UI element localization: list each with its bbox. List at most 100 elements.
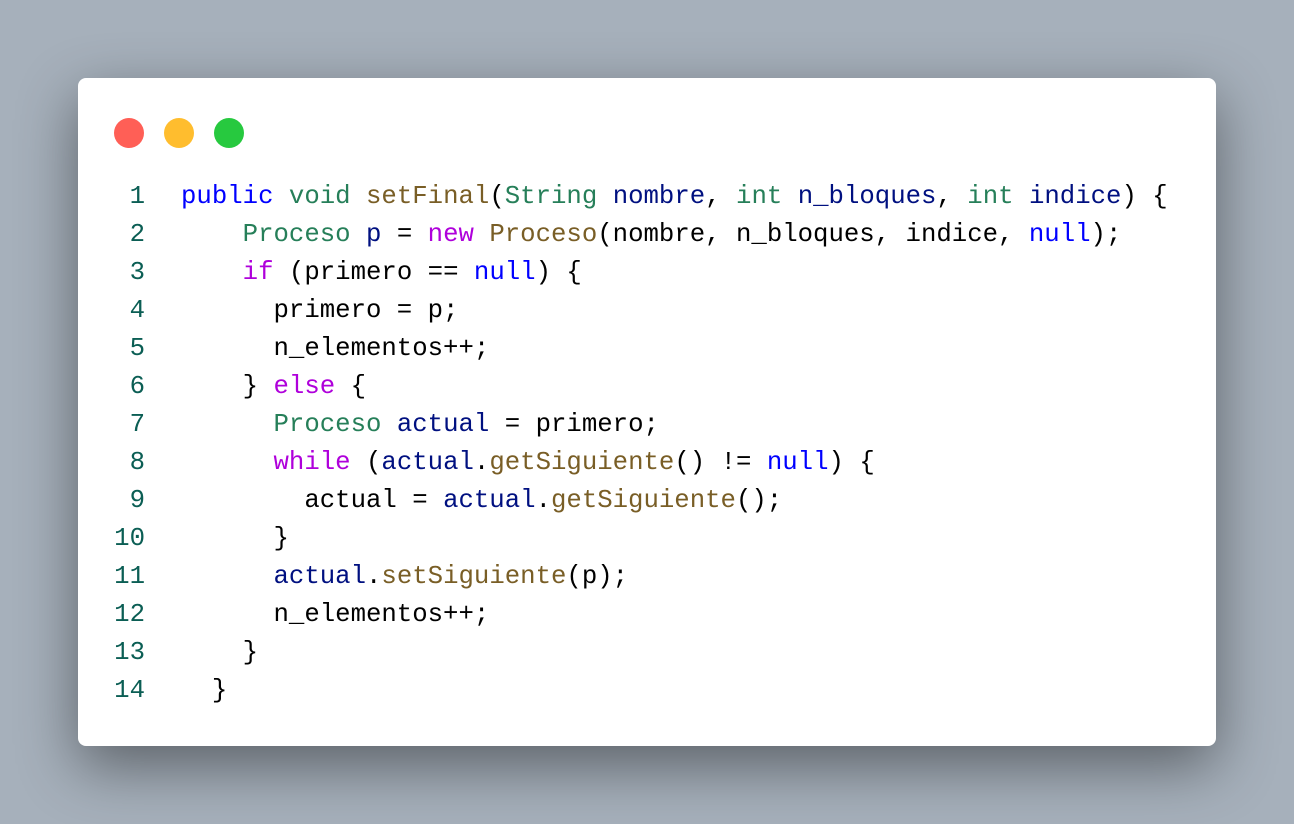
- var-token: actual: [396, 410, 490, 439]
- var-token: actual: [381, 448, 474, 477]
- ctrl-token: if: [242, 258, 274, 287]
- code-text: actual = actual.getSiguiente();: [181, 482, 782, 520]
- code-text: }: [181, 520, 289, 558]
- kw-token: public: [181, 182, 274, 211]
- var-token: nombre: [612, 182, 706, 211]
- line-number: 6: [129, 372, 145, 401]
- plain-token: }: [181, 372, 274, 401]
- code-text: Proceso p = new Proceso(nombre, n_bloque…: [181, 216, 1122, 254]
- code-block: 1 public void setFinal(String nombre, int…: [78, 178, 1168, 710]
- fn-token: setSiguiente: [381, 562, 567, 591]
- code-text: Proceso actual = primero;: [181, 406, 659, 444]
- code-line: 13 }: [78, 634, 1168, 672]
- kw-token: null: [473, 258, 536, 287]
- plain-token: }: [181, 676, 228, 705]
- code-line: 1 public void setFinal(String nombre, int…: [78, 178, 1168, 216]
- code-line: 5 n_elementos++;: [78, 330, 1168, 368]
- line-number: 4: [129, 296, 145, 325]
- code-text: }: [181, 634, 258, 672]
- line-number: 9: [129, 486, 145, 515]
- type-token: void: [288, 182, 351, 211]
- code-line: 12 n_elementos++;: [78, 596, 1168, 634]
- code-text: } else {: [181, 368, 366, 406]
- plain-token: }: [181, 638, 259, 667]
- var-token: actual: [273, 562, 367, 591]
- plain-token: .: [366, 562, 382, 591]
- var-token: n_bloques: [797, 182, 937, 211]
- plain-token: .: [535, 486, 551, 515]
- ctrl-token: new: [427, 220, 474, 249]
- code-text: n_elementos++;: [181, 596, 489, 634]
- minimize-dot-icon: [164, 118, 194, 148]
- type-token: Proceso: [273, 410, 382, 439]
- line-number: 7: [129, 410, 145, 439]
- code-text: if (primero == null) {: [181, 254, 582, 292]
- ctrl-token: else: [273, 372, 336, 401]
- code-text: primero = p;: [181, 292, 458, 330]
- fn-token: getSiguiente: [489, 448, 675, 477]
- var-token: indice: [1028, 182, 1122, 211]
- code-text: n_elementos++;: [181, 330, 489, 368]
- plain-token: (primero ==: [273, 258, 474, 287]
- plain-token: ,: [705, 182, 737, 211]
- line-number: 10: [114, 524, 145, 553]
- code-line: 8 while (actual.getSiguiente() != null) …: [78, 444, 1168, 482]
- plain-token: primero = p;: [181, 296, 459, 325]
- plain-token: ) {: [1121, 182, 1168, 211]
- code-text: public void setFinal(String nombre, int …: [181, 178, 1168, 216]
- plain-token: );: [1090, 220, 1122, 249]
- kw-token: null: [766, 448, 829, 477]
- type-token: Proceso: [242, 220, 351, 249]
- var-token: actual: [443, 486, 536, 515]
- line-number: 3: [129, 258, 145, 287]
- plain-token: (p);: [566, 562, 629, 591]
- plain-token: ) {: [535, 258, 582, 287]
- plain-token: = primero;: [489, 410, 659, 439]
- line-number: 2: [129, 220, 145, 249]
- type-token: int: [736, 182, 783, 211]
- fn-token: setFinal: [366, 182, 490, 211]
- plain-token: =: [381, 220, 428, 249]
- code-line: 14 }: [78, 672, 1168, 710]
- code-line: 3 if (primero == null) {: [78, 254, 1168, 292]
- code-text: actual.setSiguiente(p);: [181, 558, 629, 596]
- code-text: while (actual.getSiguiente() != null) {: [181, 444, 875, 482]
- plain-token: (nombre, n_bloques, indice,: [597, 220, 1029, 249]
- line-number: 14: [114, 676, 145, 705]
- code-text: }: [181, 672, 227, 710]
- type-token: int: [967, 182, 1014, 211]
- fn-token: Proceso: [489, 220, 598, 249]
- line-number: 8: [129, 448, 145, 477]
- fn-token: getSiguiente: [550, 486, 736, 515]
- plain-token: {: [335, 372, 367, 401]
- line-number: 12: [114, 600, 145, 629]
- line-number: 13: [114, 638, 145, 667]
- plain-token: actual =: [181, 486, 444, 515]
- code-line: 11 actual.setSiguiente(p);: [78, 558, 1168, 596]
- plain-token: }: [181, 524, 289, 553]
- plain-token: n_elementos++;: [181, 334, 490, 363]
- plain-token: () !=: [674, 448, 767, 477]
- code-line: 7 Proceso actual = primero;: [78, 406, 1168, 444]
- plain-token: .: [473, 448, 490, 477]
- var-token: p: [366, 220, 382, 249]
- plain-token: n_elementos++;: [181, 600, 490, 629]
- type-token: String: [504, 182, 598, 211]
- line-number: 1: [129, 182, 145, 211]
- code-line: 6 } else {: [78, 368, 1168, 406]
- line-number: 5: [129, 334, 145, 363]
- ctrl-token: while: [273, 448, 351, 477]
- plain-token: (: [489, 182, 505, 211]
- line-number: 11: [114, 562, 145, 591]
- code-line: 10 }: [78, 520, 1168, 558]
- code-line: 2 Proceso p = new Proceso(nombre, n_bloq…: [78, 216, 1168, 254]
- code-line: 9 actual = actual.getSiguiente();: [78, 482, 1168, 520]
- plain-token: ();: [735, 486, 783, 515]
- maximize-dot-icon: [214, 118, 244, 148]
- kw-token: null: [1028, 220, 1091, 249]
